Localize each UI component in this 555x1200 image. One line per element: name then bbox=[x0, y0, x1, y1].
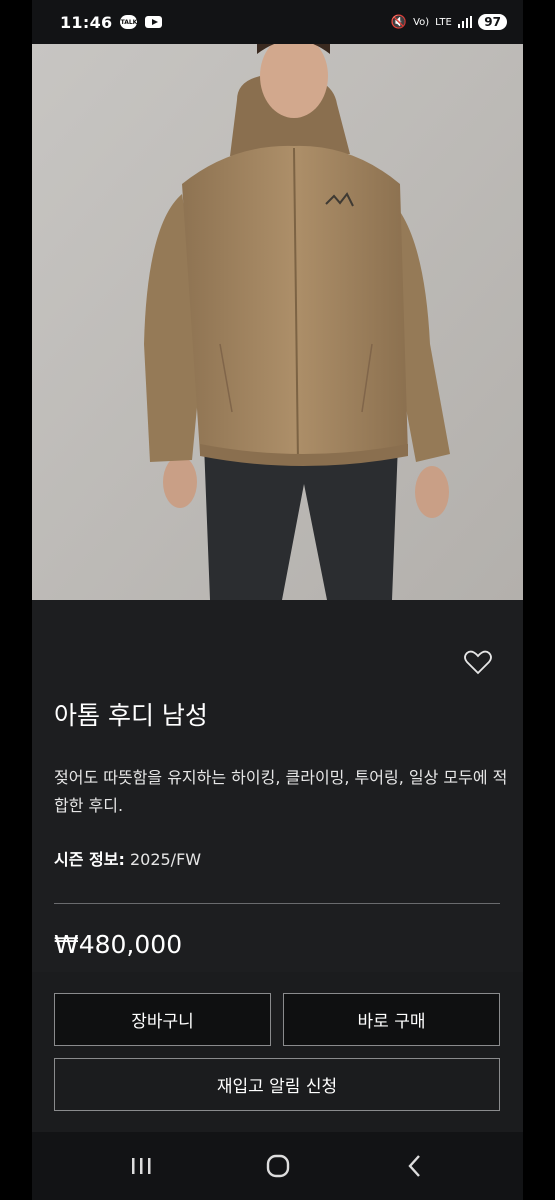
home-icon bbox=[266, 1154, 289, 1178]
buy-now-button[interactable]: 바로 구매 bbox=[283, 993, 500, 1046]
youtube-icon bbox=[145, 16, 163, 28]
recent-apps-icon bbox=[131, 1158, 150, 1174]
product-description: 젖어도 따뜻함을 유지하는 하이킹, 클라이밍, 투어링, 일상 모두에 적합한… bbox=[54, 768, 508, 815]
status-bar: 11:46 TALK 🔇 Vo) LTE 97 bbox=[32, 0, 523, 44]
kakaotalk-icon: TALK bbox=[120, 15, 138, 29]
divider bbox=[54, 903, 500, 904]
app-screen: 11:46 TALK 🔇 Vo) LTE 97 아톰 후디 남성 젖어도 따뜻함… bbox=[32, 0, 523, 1200]
season-label: 시즌 정보: bbox=[54, 850, 125, 869]
wishlist-heart-icon[interactable] bbox=[462, 646, 494, 678]
season-info: 시즌 정보: 2025/FW bbox=[54, 846, 201, 870]
battery-indicator: 97 bbox=[478, 14, 507, 30]
product-price: ₩480,000 bbox=[54, 930, 183, 959]
recent-apps-button[interactable] bbox=[121, 1146, 161, 1186]
signal-icon bbox=[457, 16, 473, 28]
mute-icon: 🔇 bbox=[390, 14, 408, 30]
volte-label: Vo) bbox=[413, 16, 430, 28]
jacket-illustration bbox=[32, 44, 523, 600]
action-panel: 장바구니 바로 구매 재입고 알림 신청 bbox=[32, 972, 523, 1132]
add-to-cart-button[interactable]: 장바구니 bbox=[54, 993, 271, 1046]
network-label: LTE bbox=[435, 16, 452, 28]
back-chevron-icon bbox=[407, 1155, 420, 1177]
restock-alert-button[interactable]: 재입고 알림 신청 bbox=[54, 1058, 500, 1111]
home-button[interactable] bbox=[258, 1146, 298, 1186]
system-nav-bar bbox=[32, 1132, 523, 1200]
product-title: 아톰 후디 남성 bbox=[54, 701, 208, 730]
season-value: 2025/FW bbox=[129, 850, 202, 869]
product-image bbox=[32, 44, 523, 600]
status-time: 11:46 bbox=[60, 12, 113, 32]
back-button[interactable] bbox=[395, 1146, 435, 1186]
